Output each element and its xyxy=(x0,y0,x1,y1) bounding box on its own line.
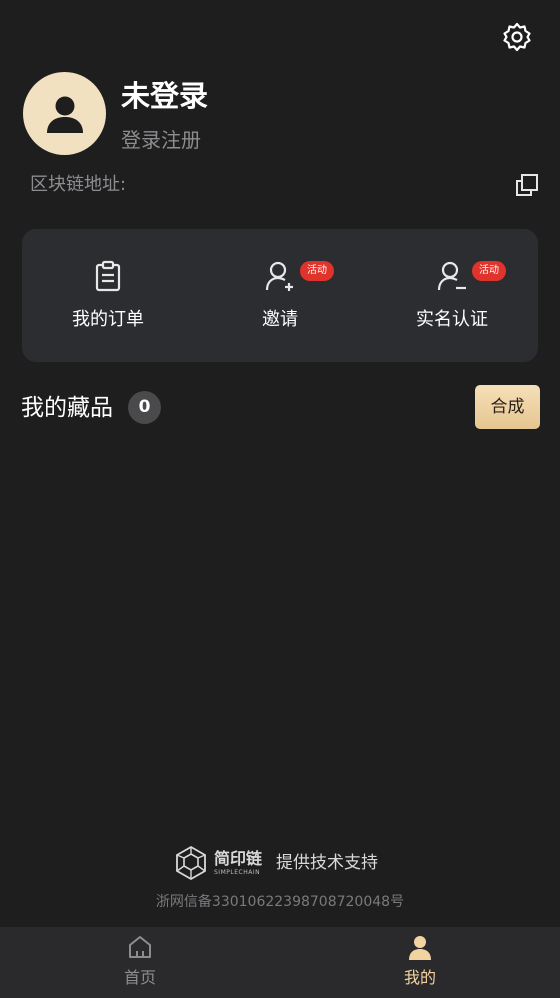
avatar[interactable] xyxy=(23,72,106,155)
brand-name-en: SIMPLECHAIN xyxy=(214,869,261,876)
tech-support-text: 提供技术支持 xyxy=(276,853,379,873)
footer-brand: 简印链 SIMPLECHAIN 提供技术支持 xyxy=(172,842,378,884)
bottom-tab-bar: 首页 我的 xyxy=(0,927,560,998)
menu-item-orders[interactable]: 我的订单 xyxy=(22,229,194,362)
compose-button[interactable]: 合成 xyxy=(475,385,540,429)
username: 未登录 xyxy=(121,79,209,113)
icp-record: 浙网信备33010622398708720048号 xyxy=(155,894,405,910)
tab-home[interactable]: 首页 xyxy=(0,927,280,998)
activity-badge: 活动 xyxy=(472,261,506,281)
clipboard-icon xyxy=(95,260,121,292)
menu-item-label: 实名认证 xyxy=(416,309,488,330)
menu-item-realname-verify[interactable]: 活动 实名认证 xyxy=(366,229,538,362)
user-add-icon xyxy=(265,261,293,291)
brand-wordmark: 简印链 SIMPLECHAIN xyxy=(214,849,262,877)
tab-label: 我的 xyxy=(403,968,436,987)
activity-badge: 活动 xyxy=(300,261,334,281)
person-icon xyxy=(409,936,431,960)
tab-mine[interactable]: 我的 xyxy=(280,927,560,998)
collection-title: 我的藏品 xyxy=(21,395,113,421)
chain-address-label: 区块链地址: xyxy=(30,174,127,195)
menu-item-invite[interactable]: 活动 邀请 xyxy=(194,229,366,362)
copy-icon xyxy=(516,174,538,196)
menu-item-label: 我的订单 xyxy=(72,309,144,330)
user-avatar-icon xyxy=(46,96,83,133)
brand-name-cn: 简印链 xyxy=(214,849,263,868)
settings-button[interactable] xyxy=(500,20,534,54)
simplechain-logo-icon xyxy=(176,845,206,881)
quick-menu-card: 我的订单 活动 邀请 活动 实名认证 xyxy=(22,229,538,362)
menu-item-label: 邀请 xyxy=(262,309,298,330)
login-register-link[interactable]: 登录注册 xyxy=(121,125,201,155)
home-icon xyxy=(129,936,151,958)
gear-icon xyxy=(503,22,531,52)
tab-label: 首页 xyxy=(123,968,156,987)
copy-address-button[interactable] xyxy=(514,172,540,198)
collection-count-badge: 0 xyxy=(128,391,161,424)
user-verify-icon xyxy=(437,261,466,291)
